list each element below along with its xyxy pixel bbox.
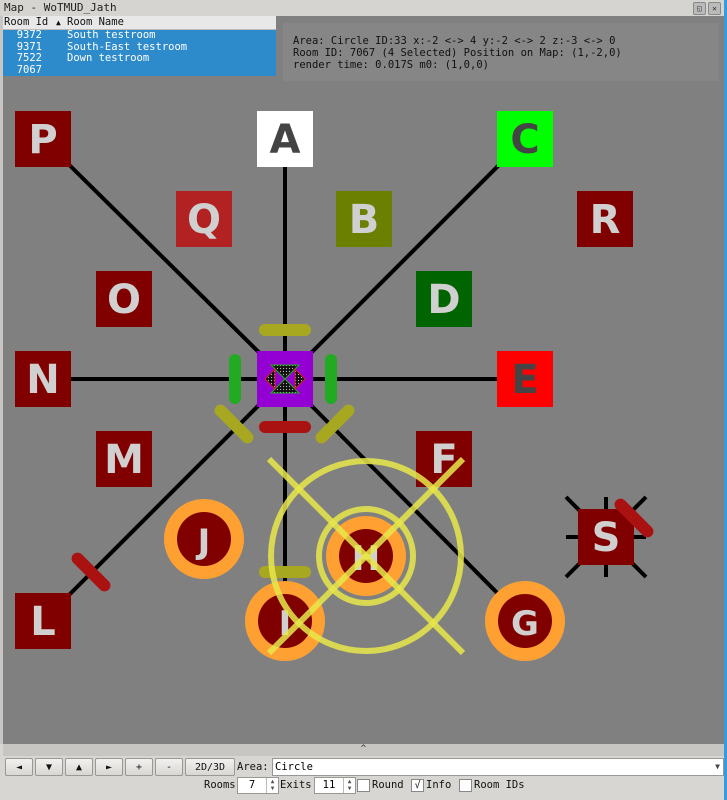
chevron-down-icon: ▼ (715, 762, 720, 771)
splitter-handle[interactable]: ^ (3, 744, 724, 756)
area-select[interactable]: Circle ▼ (272, 758, 724, 776)
room-id: 7067 (16, 63, 42, 76)
room-o[interactable]: O (96, 271, 152, 327)
exits-value: 11 (322, 779, 336, 791)
room-letter: G (511, 604, 539, 644)
room-ids-label: Room IDs (474, 779, 525, 791)
zoom-in-button[interactable]: + (125, 758, 153, 776)
room-q[interactable]: Q (176, 191, 232, 247)
room-ids-checkbox[interactable] (459, 779, 472, 792)
info-render-line: render time: 0.017S m0: (1,0,0) (293, 59, 489, 71)
window-titlebar: Map - WoTMUD_Jath ◱ ✕ (0, 0, 724, 16)
room-letter: A (270, 117, 301, 163)
room-p[interactable]: P (15, 111, 71, 167)
room-id: 9372 (16, 29, 42, 41)
rooms-label: Rooms (204, 779, 236, 791)
room-letter: C (510, 117, 539, 163)
door-room-i (259, 566, 311, 578)
col-room-name[interactable]: Room Name (67, 16, 124, 29)
room-letter: M (104, 437, 144, 483)
rooms-spinbox[interactable]: 7 ▲ ▼ (237, 777, 279, 794)
pan-right-button[interactable]: ► (95, 758, 123, 776)
room-letter: D (427, 277, 460, 323)
room-current[interactable] (257, 351, 313, 407)
area-select-value: Circle (275, 761, 313, 773)
info-room-line: Room ID: 7067 (4 Selected) Position on M… (293, 47, 622, 59)
round-checkbox[interactable] (357, 779, 370, 792)
room-n[interactable]: N (15, 351, 71, 407)
room-j[interactable]: J (164, 499, 244, 579)
room-letter: O (107, 277, 141, 323)
window-title: Map - WoTMUD_Jath (4, 1, 117, 14)
info-label: Info (426, 779, 452, 791)
room-id: 7522 (16, 52, 42, 64)
map-drawing[interactable]: P A CQ B RO DN EM FJ H SL I G (3, 16, 724, 744)
toggle-2d3d-button[interactable]: 2D/3D (185, 758, 235, 776)
map-canvas[interactable]: PACQBRODNEMFJHSLIG Room Id ▲ Room Name 9… (3, 16, 724, 744)
door-east (325, 354, 337, 404)
pan-left-button[interactable]: ◄ (5, 758, 33, 776)
table-row[interactable]: 7522 Down testroom (3, 52, 276, 65)
room-letter: B (349, 197, 380, 243)
door-south (259, 421, 311, 433)
room-letter: Q (187, 197, 221, 243)
spin-arrows-icon[interactable]: ▲ ▼ (266, 778, 278, 793)
room-letter: P (28, 117, 57, 163)
float-icon[interactable]: ◱ (693, 2, 706, 15)
table-row[interactable]: 7067 (3, 63, 276, 76)
door-southwest (214, 404, 254, 444)
room-l[interactable]: L (15, 593, 71, 649)
map-toolbar: ◄ ▼ ▲ ► + - 2D/3D Area: Circle ▼ Rooms 7 ▲… (3, 756, 724, 800)
table-header: Room Id ▲ Room Name (3, 16, 276, 30)
spin-arrows-icon[interactable]: ▲ ▼ (343, 778, 355, 793)
exit-line (41, 137, 288, 381)
room-name: South testroom (67, 29, 156, 41)
exit-line (283, 137, 527, 381)
room-d[interactable]: D (416, 271, 472, 327)
room-table[interactable]: Room Id ▲ Room Name 9372 South testroom 9… (3, 16, 276, 76)
info-area-line: Area: Circle ID:33 x:-2 <-> 4 y:-2 <-> 2… (293, 35, 616, 47)
round-label: Round (372, 779, 404, 791)
area-label: Area: (237, 761, 269, 773)
zoom-out-button[interactable]: - (155, 758, 183, 776)
room-letter: R (590, 197, 621, 243)
pan-down-button[interactable]: ▼ (35, 758, 63, 776)
room-r[interactable]: R (577, 191, 633, 247)
rooms-value: 7 (248, 779, 256, 791)
exit-line (41, 377, 287, 623)
exits-spinbox[interactable]: 11 ▲ ▼ (314, 777, 356, 794)
door-north (259, 324, 311, 336)
room-letter: L (30, 599, 56, 645)
room-g[interactable]: G (485, 581, 565, 661)
door-west (229, 354, 241, 404)
info-checkbox[interactable]: √ (411, 779, 424, 792)
room-name: Down testroom (67, 52, 150, 64)
selection-highlight (266, 456, 466, 656)
pan-up-button[interactable]: ▲ (65, 758, 93, 776)
room-b[interactable]: B (336, 191, 392, 247)
room-c[interactable]: C (497, 111, 553, 167)
room-letter: J (196, 522, 211, 562)
room-letter: S (592, 515, 621, 561)
room-e[interactable]: E (497, 351, 553, 407)
close-icon[interactable]: ✕ (708, 2, 721, 15)
room-i[interactable]: I (245, 581, 325, 661)
room-m[interactable]: M (96, 431, 152, 487)
room-a[interactable]: A (257, 111, 313, 167)
col-room-id[interactable]: Room Id (4, 16, 48, 29)
room-letter: E (511, 357, 538, 403)
table-row[interactable]: 9372 South testroom (3, 29, 276, 42)
exits-label: Exits (280, 779, 312, 791)
info-panel: Area: Circle ID:33 x:-2 <-> 4 y:-2 <-> 2… (283, 23, 718, 81)
sort-up-icon: ▲ (56, 18, 61, 27)
room-letter: N (26, 357, 59, 403)
door-southeast (315, 404, 355, 444)
